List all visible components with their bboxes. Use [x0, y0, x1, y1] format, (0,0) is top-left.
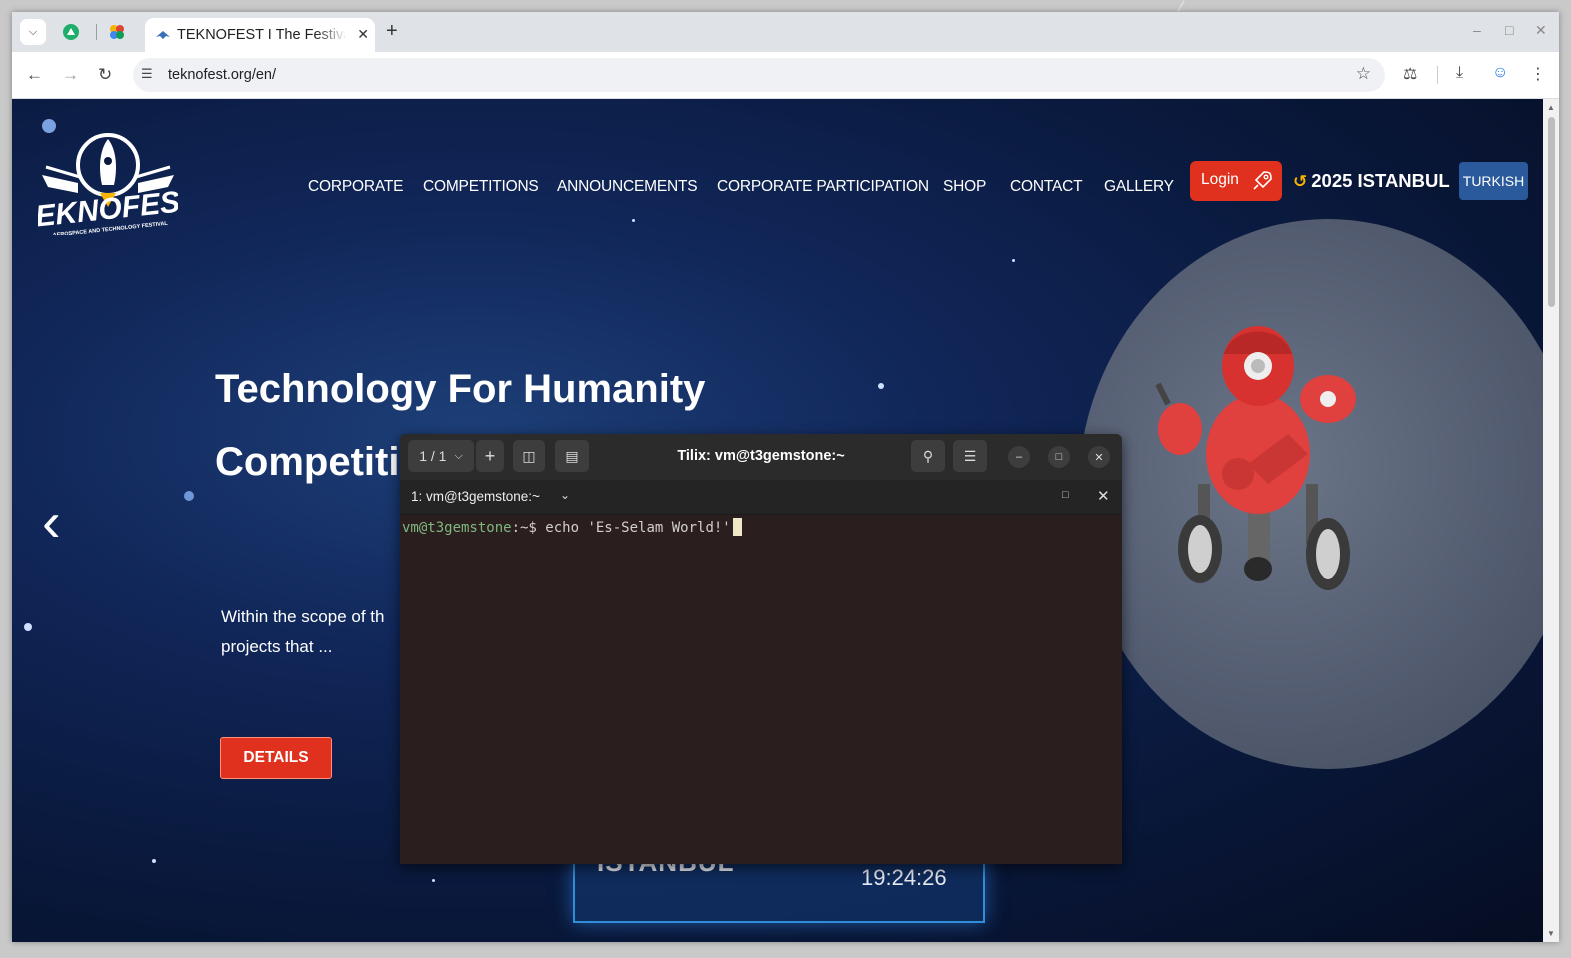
close-window-icon[interactable]: ✕ — [1535, 22, 1547, 39]
forward-icon[interactable]: → — [62, 65, 79, 85]
url-text[interactable]: teknofest.org/en/ — [168, 67, 276, 83]
toolbar-separator — [1437, 66, 1438, 84]
browser-toolbar: ← → ↻ ☰ teknofest.org/en/ ☆ ⚖ ⤓ ☺ ⋮ — [12, 52, 1559, 99]
space-star — [1012, 259, 1015, 262]
tab-strip: ⌵ TEKNOFEST I The Festival of Aerospace … — [12, 12, 1559, 52]
space-star — [632, 219, 635, 222]
tab-separator — [96, 24, 97, 40]
nav-gallery[interactable]: GALLERY — [1104, 178, 1174, 196]
scroll-up-icon[interactable]: ▲ — [1547, 103, 1555, 112]
desktop-background — [1177, 0, 1185, 12]
tilix-minimize-icon[interactable]: – — [1008, 446, 1030, 468]
login-label: Login — [1201, 171, 1239, 188]
event-year-link[interactable]: ↺ 2025 ISTANBUL — [1293, 170, 1450, 192]
terminal-output[interactable]: vm@t3gemstone:~$ echo 'Es-Selam World!' — [402, 518, 742, 536]
nav-corporate[interactable]: CORPORATE — [308, 178, 403, 196]
nav-shop[interactable]: SHOP — [943, 178, 986, 196]
tab-close-icon[interactable]: ✕ — [357, 26, 369, 43]
split-horizontal-icon[interactable]: ▤ — [555, 440, 589, 472]
space-star — [24, 623, 32, 631]
pinned-tab-1[interactable] — [60, 21, 82, 43]
chevron-down-icon[interactable]: ⌄ — [560, 488, 570, 502]
labs-flask-icon[interactable]: ⚖ — [1403, 64, 1417, 84]
event-year-label: 2025 ISTANBUL — [1311, 170, 1450, 191]
terminal-close-icon[interactable]: ✕ — [1097, 487, 1110, 505]
hero-title-line2: Competiti — [215, 440, 400, 484]
space-star — [184, 491, 194, 501]
tab-teknofest[interactable]: TEKNOFEST I The Festival of Aerospace an… — [145, 18, 375, 52]
hero-description-line2: projects that ... — [221, 637, 333, 656]
nav-announcements[interactable]: ANNOUNCEMENTS — [557, 178, 698, 196]
details-button[interactable]: DETAILS — [220, 737, 332, 779]
download-icon[interactable]: ⤓ — [1456, 64, 1463, 82]
rocket-icon — [1253, 171, 1272, 190]
login-button[interactable]: Login — [1190, 161, 1282, 201]
tab-search-button[interactable]: ⌵ — [20, 19, 46, 45]
pinned-tab-2[interactable] — [106, 21, 128, 43]
chevron-down-icon: ⌵ — [454, 449, 463, 462]
carousel-prev-icon[interactable]: ‹ — [42, 494, 61, 550]
session-switcher-button[interactable]: 1 / 1 ⌵ — [408, 440, 474, 472]
extension-green-icon — [63, 24, 79, 40]
hamburger-menu-icon[interactable]: ☰ — [953, 440, 987, 472]
colorful-app-icon — [110, 25, 124, 39]
tilix-terminal-window[interactable]: 1 / 1 ⌵ + ◫ ▤ Tilix: vm@t3gemstone:~ ⚲ ☰… — [400, 434, 1122, 864]
tilix-close-icon[interactable]: ✕ — [1088, 446, 1110, 468]
tilix-maximize-icon[interactable]: □ — [1048, 446, 1070, 468]
search-icon[interactable]: ⚲ — [911, 440, 945, 472]
new-tab-button[interactable]: + — [386, 20, 398, 43]
maximize-window-icon[interactable]: □ — [1505, 22, 1513, 38]
history-icon: ↺ — [1293, 172, 1308, 191]
prompt-user: vm@t3gemstone — [402, 520, 512, 536]
space-star — [878, 383, 884, 389]
terminal-title[interactable]: 1: vm@t3gemstone:~ — [411, 489, 540, 504]
terminal-cursor — [732, 518, 742, 536]
command-text: echo 'Es-Selam World!' — [536, 520, 731, 536]
terminal-titlebar[interactable]: 1: vm@t3gemstone:~ ⌄ □ ✕ — [400, 480, 1122, 515]
minimize-window-icon[interactable]: – — [1473, 22, 1481, 38]
reload-icon[interactable]: ↻ — [98, 65, 112, 85]
bookmark-star-icon[interactable]: ☆ — [1356, 64, 1371, 84]
site-info-icon[interactable]: ☰ — [141, 66, 153, 82]
session-count: 1 / 1 — [419, 448, 447, 464]
terminal-maximize-icon[interactable]: □ — [1062, 489, 1069, 501]
page-scrollbar[interactable]: ▲ ▼ — [1543, 99, 1559, 942]
scroll-down-icon[interactable]: ▼ — [1547, 929, 1555, 938]
add-session-button[interactable]: + — [476, 440, 504, 472]
tab-title-fade — [315, 22, 347, 46]
scrollbar-thumb[interactable] — [1548, 117, 1555, 307]
nav-contact[interactable]: CONTACT — [1010, 178, 1083, 196]
menu-dots-icon[interactable]: ⋮ — [1530, 64, 1546, 84]
teknofest-logo[interactable]: TEKNOFEST AEROSPACE AND TECHNOLOGY FESTI… — [38, 127, 178, 235]
split-vertical-icon[interactable]: ◫ — [513, 440, 545, 472]
tilix-headerbar[interactable]: 1 / 1 ⌵ + ◫ ▤ Tilix: vm@t3gemstone:~ ⚲ ☰… — [400, 434, 1122, 480]
teknofest-favicon-icon — [156, 31, 170, 39]
hero-description-line1: Within the scope of th — [221, 607, 385, 626]
space-star — [432, 879, 435, 882]
address-bar[interactable]: ☰ teknofest.org/en/ ☆ — [133, 58, 1385, 92]
robot-backdrop-circle — [1078, 219, 1543, 769]
hero-title-line1: Technology For Humanity — [215, 367, 706, 411]
robot-image — [1155, 326, 1356, 590]
countdown-time: 19:24:26 — [861, 865, 947, 890]
nav-corporate-participation[interactable]: CORPORATE PARTICIPATION — [717, 178, 929, 196]
chevron-down-icon: ⌵ — [28, 25, 38, 38]
back-icon[interactable]: ← — [26, 65, 43, 85]
space-star — [152, 859, 156, 863]
language-switch-button[interactable]: TURKISH — [1459, 162, 1528, 200]
prompt-path: :~$ — [511, 520, 537, 536]
nav-competitions[interactable]: COMPETITIONS — [423, 178, 539, 196]
profile-icon[interactable]: ☺ — [1492, 64, 1508, 82]
